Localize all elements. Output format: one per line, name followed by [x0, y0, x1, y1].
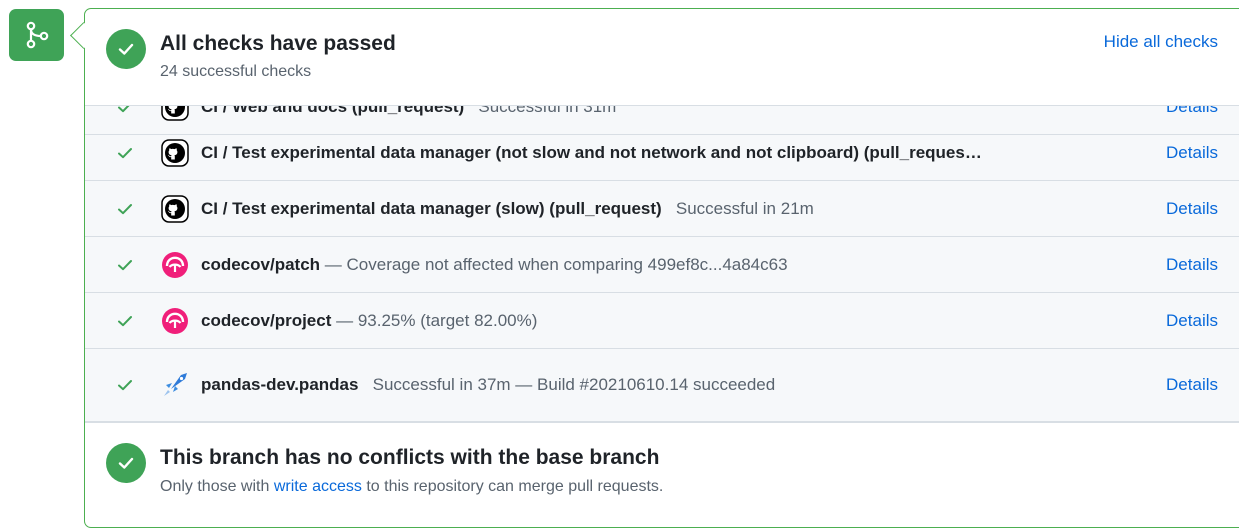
check-name: CI / Test experimental data manager (slo…	[201, 198, 662, 218]
check-row: pandas-dev.pandas Successful in 37m — Bu…	[85, 349, 1239, 422]
git-branch-icon	[26, 21, 48, 49]
check-icon	[116, 256, 134, 274]
checks-count: 24 successful checks	[160, 63, 312, 80]
details-link[interactable]: Details	[1166, 255, 1218, 275]
check-icon	[116, 144, 134, 162]
check-row: codecov/project — 93.25% (target 82.00%)…	[85, 293, 1239, 349]
check-text: codecov/patch — Coverage not affected wh…	[201, 255, 788, 275]
codecov-icon	[161, 307, 189, 335]
check-name: codecov/patch	[201, 254, 321, 274]
details-link[interactable]: Details	[1166, 106, 1218, 117]
check-row: CI / Test experimental data manager (slo…	[85, 181, 1239, 237]
check-icon	[116, 376, 134, 394]
details-link[interactable]: Details	[1166, 143, 1218, 163]
check-name: CI / Test experimental data manager (not…	[201, 142, 982, 162]
details-link[interactable]: Details	[1166, 199, 1218, 219]
check-text: CI / Test experimental data manager (not…	[201, 143, 982, 163]
check-icon	[116, 200, 134, 218]
check-description: Successful in 37m — Build #20210610.14 s…	[372, 375, 776, 394]
no-conflicts-title: This branch has no conflicts with the ba…	[160, 446, 660, 469]
check-icon	[118, 457, 134, 469]
check-row: CI / Test experimental data manager (not…	[85, 125, 1239, 181]
check-description: — Coverage not affected when comparing 4…	[324, 254, 788, 274]
check-name: codecov/project	[201, 310, 332, 330]
check-text: CI / Test experimental data manager (slo…	[201, 199, 814, 219]
no-conflicts-status-icon	[106, 443, 146, 483]
codecov-icon	[161, 251, 189, 279]
checks-title: All checks have passed	[160, 32, 396, 55]
check-text: pandas-dev.pandas Successful in 37m — Bu…	[201, 375, 775, 395]
check-row: codecov/patch — Coverage not affected wh…	[85, 237, 1239, 293]
details-link[interactable]: Details	[1166, 311, 1218, 331]
github-icon	[161, 106, 189, 121]
git-merge-badge	[9, 9, 64, 61]
merge-note-after: to this repository can merge pull reques…	[366, 478, 664, 495]
check-description: Successful in 21m	[675, 198, 814, 218]
details-link[interactable]: Details	[1166, 375, 1218, 395]
merge-permission-note: Only those with write access to this rep…	[160, 478, 663, 496]
hide-all-checks-link[interactable]: Hide all checks	[1104, 32, 1218, 52]
check-description: — 93.25% (target 82.00%)	[336, 310, 538, 330]
check-icon	[116, 106, 134, 116]
github-icon	[161, 138, 189, 167]
check-description: Successful in 31m	[478, 105, 617, 116]
merge-note-before: Only those with	[160, 478, 270, 495]
write-access-link[interactable]: write access	[274, 478, 362, 495]
check-icon	[116, 312, 134, 330]
checks-list[interactable]: CI / Web and docs (pull_request) Success…	[85, 105, 1239, 423]
github-icon	[161, 194, 189, 223]
check-icon	[118, 43, 134, 55]
azure-pipelines-icon	[161, 371, 189, 399]
check-name: pandas-dev.pandas	[201, 375, 359, 394]
check-name: CI / Web and docs (pull_request)	[201, 105, 465, 116]
checks-passed-status-icon	[106, 29, 146, 69]
check-text: codecov/project — 93.25% (target 82.00%)	[201, 311, 537, 331]
check-text: CI / Web and docs (pull_request) Success…	[201, 105, 617, 117]
